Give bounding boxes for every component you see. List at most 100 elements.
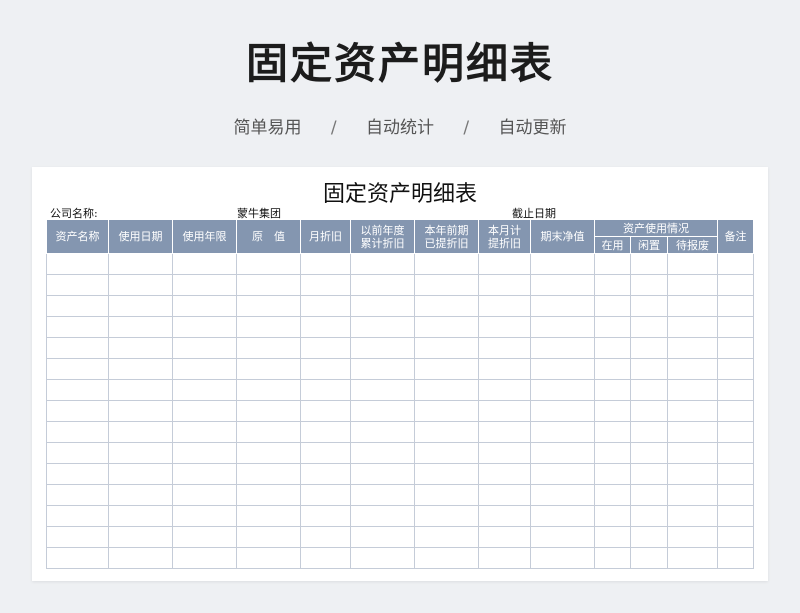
table-cell[interactable] (236, 316, 301, 338)
table-cell[interactable] (300, 337, 351, 359)
table-cell[interactable] (350, 463, 415, 485)
table-cell[interactable] (478, 505, 531, 527)
table-cell[interactable] (46, 505, 109, 527)
table-cell[interactable] (630, 547, 668, 569)
table-cell[interactable] (478, 316, 531, 338)
table-cell[interactable] (108, 358, 173, 380)
table-cell[interactable] (236, 274, 301, 296)
table-cell[interactable] (630, 421, 668, 443)
table-cell[interactable] (717, 316, 754, 338)
table-cell[interactable] (717, 274, 754, 296)
table-cell[interactable] (717, 526, 754, 548)
table-cell[interactable] (594, 442, 631, 464)
table-cell[interactable] (530, 400, 595, 422)
table-cell[interactable] (530, 442, 595, 464)
table-cell[interactable] (300, 547, 351, 569)
table-cell[interactable] (667, 526, 718, 548)
table-cell[interactable] (717, 442, 754, 464)
table-cell[interactable] (530, 484, 595, 506)
table-cell[interactable] (172, 547, 237, 569)
table-cell[interactable] (108, 253, 173, 275)
table-cell[interactable] (530, 526, 595, 548)
table-cell[interactable] (530, 505, 595, 527)
table-cell[interactable] (414, 379, 479, 401)
table-cell[interactable] (478, 442, 531, 464)
table-cell[interactable] (478, 547, 531, 569)
table-cell[interactable] (414, 484, 479, 506)
table-cell[interactable] (300, 463, 351, 485)
table-cell[interactable] (530, 463, 595, 485)
table-cell[interactable] (350, 526, 415, 548)
table-cell[interactable] (236, 337, 301, 359)
table-cell[interactable] (630, 484, 668, 506)
table-cell[interactable] (630, 526, 668, 548)
table-cell[interactable] (530, 316, 595, 338)
table-cell[interactable] (172, 484, 237, 506)
table-cell[interactable] (530, 253, 595, 275)
table-cell[interactable] (46, 400, 109, 422)
table-cell[interactable] (108, 505, 173, 527)
table-cell[interactable] (594, 400, 631, 422)
table-cell[interactable] (236, 547, 301, 569)
table-cell[interactable] (350, 505, 415, 527)
table-cell[interactable] (530, 379, 595, 401)
table-cell[interactable] (717, 337, 754, 359)
table-cell[interactable] (414, 400, 479, 422)
table-cell[interactable] (236, 484, 301, 506)
table-cell[interactable] (108, 400, 173, 422)
table-cell[interactable] (414, 505, 479, 527)
table-cell[interactable] (350, 421, 415, 443)
table-cell[interactable] (236, 295, 301, 317)
table-cell[interactable] (300, 253, 351, 275)
table-cell[interactable] (172, 400, 237, 422)
table-cell[interactable] (717, 358, 754, 380)
table-cell[interactable] (236, 379, 301, 401)
table-cell[interactable] (414, 316, 479, 338)
table-cell[interactable] (172, 358, 237, 380)
table-cell[interactable] (478, 463, 531, 485)
table-cell[interactable] (717, 505, 754, 527)
table-cell[interactable] (630, 253, 668, 275)
table-cell[interactable] (46, 358, 109, 380)
table-cell[interactable] (667, 505, 718, 527)
table-cell[interactable] (108, 484, 173, 506)
table-cell[interactable] (46, 484, 109, 506)
table-cell[interactable] (236, 253, 301, 275)
table-cell[interactable] (172, 526, 237, 548)
table-cell[interactable] (236, 526, 301, 548)
table-cell[interactable] (414, 421, 479, 443)
table-cell[interactable] (300, 274, 351, 296)
table-cell[interactable] (717, 295, 754, 317)
table-cell[interactable] (414, 463, 479, 485)
table-cell[interactable] (717, 400, 754, 422)
table-cell[interactable] (478, 253, 531, 275)
table-cell[interactable] (667, 253, 718, 275)
table-cell[interactable] (717, 484, 754, 506)
table-cell[interactable] (717, 253, 754, 275)
table-cell[interactable] (46, 442, 109, 464)
table-cell[interactable] (300, 442, 351, 464)
table-cell[interactable] (478, 379, 531, 401)
table-cell[interactable] (667, 316, 718, 338)
table-cell[interactable] (108, 337, 173, 359)
table-cell[interactable] (236, 442, 301, 464)
table-cell[interactable] (630, 337, 668, 359)
table-cell[interactable] (236, 358, 301, 380)
table-cell[interactable] (478, 295, 531, 317)
table-cell[interactable] (478, 274, 531, 296)
table-cell[interactable] (667, 463, 718, 485)
table-cell[interactable] (630, 358, 668, 380)
table-cell[interactable] (350, 358, 415, 380)
table-cell[interactable] (667, 400, 718, 422)
table-cell[interactable] (594, 274, 631, 296)
table-cell[interactable] (300, 526, 351, 548)
table-cell[interactable] (108, 421, 173, 443)
table-cell[interactable] (236, 505, 301, 527)
table-cell[interactable] (717, 379, 754, 401)
table-cell[interactable] (108, 295, 173, 317)
table-cell[interactable] (717, 463, 754, 485)
table-cell[interactable] (414, 442, 479, 464)
table-cell[interactable] (478, 526, 531, 548)
table-cell[interactable] (717, 421, 754, 443)
table-cell[interactable] (594, 421, 631, 443)
